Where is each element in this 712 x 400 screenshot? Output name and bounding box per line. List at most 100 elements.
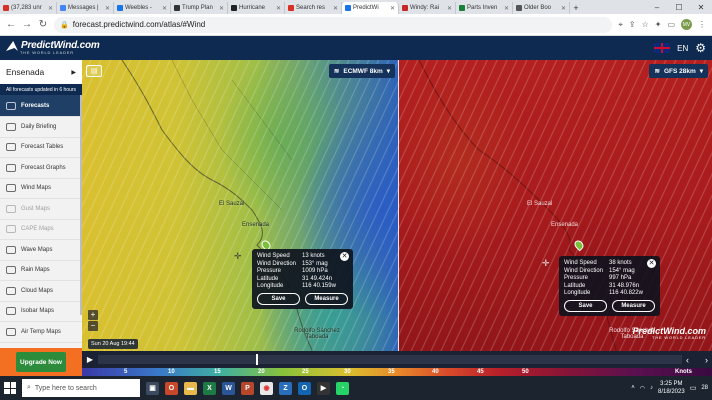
tab-close-icon[interactable]: ✕	[504, 5, 509, 12]
timeline-handle[interactable]	[256, 354, 258, 365]
word-icon[interactable]: W	[222, 381, 235, 395]
file-explorer-icon[interactable]: ▬	[184, 381, 197, 395]
chevron-up-icon[interactable]: ˄	[631, 385, 635, 391]
url-field[interactable]: 🔒 forecast.predictwind.com/atlas/#Wind	[54, 16, 613, 33]
model-selector-right[interactable]: ≋ GFS 28km ▾	[649, 64, 708, 78]
tab-close-icon[interactable]: ✕	[561, 5, 566, 12]
tab-close-icon[interactable]: ✕	[48, 5, 53, 12]
timeline-slider[interactable]	[98, 354, 682, 365]
wifi-icon[interactable]: ◠	[640, 385, 645, 392]
sidebar-item-cape-maps[interactable]: CAPE Maps	[0, 220, 82, 240]
close-window-icon[interactable]: ✕	[690, 3, 712, 12]
layers-icon[interactable]: ▤	[86, 65, 102, 77]
sidebar-item-rain-maps[interactable]: Rain Maps	[0, 261, 82, 281]
legend-tick: 5	[124, 369, 128, 375]
menu-icon[interactable]: ⋮	[698, 20, 706, 29]
predictwind-logo[interactable]: PredictWind.com THE WORLD LEADER	[6, 41, 100, 55]
play-icon[interactable]: ▶	[82, 355, 98, 364]
browser-tab[interactable]: Search res ✕	[285, 2, 342, 14]
map-gfs[interactable]: ≋ GFS 28km ▾ El Sauzal Ensenada Rodolfo …	[399, 60, 712, 376]
chrome-icon[interactable]: ◉	[260, 381, 273, 395]
longitude-label: Longitude	[257, 283, 284, 289]
sidebar-item-forecast-tables[interactable]: Forecast Tables	[0, 138, 82, 158]
tab-close-icon[interactable]: ✕	[276, 5, 281, 12]
chevron-right-icon[interactable]: ›	[705, 355, 708, 365]
excel-icon[interactable]: X	[203, 381, 216, 395]
back-icon[interactable]: ←	[6, 19, 16, 30]
windows-start-icon[interactable]	[4, 382, 16, 394]
save-button[interactable]: Save	[257, 293, 300, 305]
browser-tab[interactable]: Messages | ✕	[57, 2, 114, 14]
extensions-icon[interactable]: ✦	[655, 20, 662, 29]
office-icon[interactable]: O	[165, 381, 178, 395]
latitude-value: 31 48.976n	[609, 282, 640, 289]
zoom-app-icon[interactable]: Z	[279, 381, 292, 395]
sidebar-item-daily-briefing[interactable]: Daily Briefing	[0, 117, 82, 138]
map-ecmwf[interactable]: ▤ ≋ ECMWF 8km ▾ El Sauzal Ensenada Rodol…	[82, 60, 399, 376]
chevron-left-icon[interactable]: ‹	[686, 355, 689, 365]
zoom-in-button[interactable]: +	[88, 310, 98, 320]
gust-maps-icon	[6, 204, 16, 213]
sidebar-icon[interactable]: ▭	[667, 20, 675, 29]
tab-close-icon[interactable]: ✕	[447, 5, 452, 12]
browser-tab[interactable]: Weebles - ✕	[114, 2, 171, 14]
location-icon[interactable]: ⌖	[618, 20, 623, 30]
powerpoint-icon[interactable]: P	[241, 381, 254, 395]
sidebar-item-air-temp-maps[interactable]: Air Temp Maps	[0, 322, 82, 343]
browser-tab[interactable]: (37,283 unr ✕	[0, 2, 57, 14]
bookmark-star-icon[interactable]: ☆	[642, 20, 649, 29]
notification-icon[interactable]: ▭	[690, 384, 697, 392]
profile-avatar[interactable]: MV	[681, 19, 692, 30]
browser-tab[interactable]: Parts Inven ✕	[456, 2, 513, 14]
tab-close-icon[interactable]: ✕	[219, 5, 224, 12]
uk-flag-icon[interactable]	[654, 43, 671, 53]
forward-icon[interactable]: →	[22, 19, 32, 30]
clock[interactable]: 3:25 PM 8/18/2023	[658, 380, 685, 396]
isobar-maps-icon	[6, 307, 16, 316]
gear-icon[interactable]: ⚙	[695, 41, 706, 55]
latitude-value: 31 49.424n	[302, 275, 333, 282]
sidebar-item-gust-maps[interactable]: Gust Maps	[0, 199, 82, 220]
upgrade-now-button[interactable]: Upgrade Now	[16, 352, 66, 372]
browser-tab[interactable]: Windy: Rai ✕	[399, 2, 456, 14]
outlook-icon[interactable]: O	[298, 381, 311, 395]
model-selector-left[interactable]: ≋ ECMWF 8km ▾	[328, 64, 395, 78]
tab-close-icon[interactable]: ✕	[105, 5, 110, 12]
minimize-icon[interactable]: –	[646, 3, 668, 12]
location-selector[interactable]: Ensenada ▶	[0, 60, 82, 84]
location-name: Ensenada	[6, 67, 45, 77]
browser-tab[interactable]: Older Boo ✕	[513, 2, 570, 14]
volume-icon[interactable]: ♪	[650, 385, 653, 391]
sidebar: Ensenada ▶ All forecasts updated in 6 ho…	[0, 60, 82, 376]
tab-close-icon[interactable]: ✕	[333, 5, 338, 12]
sidebar-item-wave-maps[interactable]: Wave Maps	[0, 240, 82, 261]
browser-tab[interactable]: Trump Plan ✕	[171, 2, 228, 14]
new-tab-button[interactable]: +	[570, 2, 582, 14]
sidebar-item-label: Isobar Maps	[21, 308, 55, 315]
screen: (37,283 unr ✕ Messages | ✕ Weebles - ✕ Trump P…	[0, 0, 712, 400]
media-icon[interactable]: ▶	[317, 381, 330, 395]
browser-tab[interactable]: PredictWi ✕	[342, 2, 399, 14]
sidebar-item-isobar-maps[interactable]: Isobar Maps	[0, 302, 82, 322]
measure-button[interactable]: Measure	[612, 300, 655, 312]
browser-tab[interactable]: Hurricane ✕	[228, 2, 285, 14]
save-button[interactable]: Save	[564, 300, 607, 312]
sidebar-item-wind-maps[interactable]: Wind Maps	[0, 179, 82, 199]
sidebar-item-forecasts[interactable]: Forecasts	[0, 95, 82, 117]
measure-button[interactable]: Measure	[305, 293, 348, 305]
tab-close-icon[interactable]: ✕	[390, 5, 395, 12]
sidebar-item-cloud-maps[interactable]: Cloud Maps	[0, 281, 82, 302]
taskbar-search[interactable]: ⌕ Type here to search	[22, 379, 140, 397]
share-icon[interactable]: ⇪	[629, 20, 636, 29]
close-icon[interactable]: ✕	[340, 252, 349, 261]
sidebar-item-forecast-graphs[interactable]: Forecast Graphs	[0, 158, 82, 179]
air-temp-maps-icon	[6, 327, 16, 336]
tab-close-icon[interactable]: ✕	[162, 5, 167, 12]
zoom-out-button[interactable]: −	[88, 321, 98, 331]
maximize-icon[interactable]: ☐	[668, 3, 690, 12]
close-icon[interactable]: ✕	[647, 259, 656, 268]
task-view-icon[interactable]: ▣	[146, 381, 159, 395]
language-selector[interactable]: EN	[677, 44, 688, 53]
whatsapp-icon[interactable]: ◔	[336, 381, 349, 395]
reload-icon[interactable]: ↻	[38, 19, 48, 30]
